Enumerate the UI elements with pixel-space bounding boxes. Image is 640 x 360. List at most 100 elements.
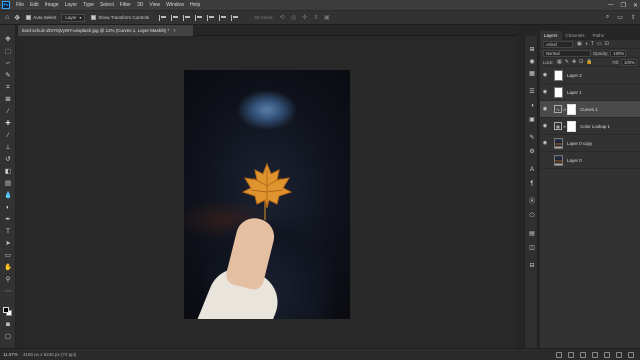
- tab-channels[interactable]: Channels: [562, 31, 589, 40]
- opacity-field[interactable]: 100%: [610, 49, 627, 57]
- filter-shape-icon[interactable]: ▭: [597, 41, 602, 47]
- zoom-tool-icon[interactable]: ⚲: [4, 276, 12, 284]
- lock-all-icon[interactable]: 🔒: [586, 59, 592, 65]
- type-tool-icon[interactable]: T: [4, 228, 12, 236]
- filter-smart-object-icon[interactable]: ⊡: [605, 41, 609, 47]
- crop-tool-icon[interactable]: ⌗: [4, 84, 12, 92]
- 3d-scale-icon[interactable]: ▣: [324, 14, 330, 21]
- new-group-icon[interactable]: [604, 352, 610, 358]
- path-select-tool-icon[interactable]: ➤: [4, 240, 12, 248]
- libraries-panel-icon[interactable]: ▣: [528, 116, 536, 124]
- adjustments-panel-icon[interactable]: ◑: [528, 102, 536, 110]
- menu-file[interactable]: File: [13, 2, 27, 8]
- frame-tool-icon[interactable]: ⊠: [4, 96, 12, 104]
- history-brush-tool-icon[interactable]: ↺: [4, 156, 12, 164]
- align-center-icon[interactable]: [171, 14, 179, 21]
- share-icon[interactable]: ⇪: [631, 14, 636, 21]
- tab-paths[interactable]: Paths: [589, 31, 609, 40]
- 3d-slide-icon[interactable]: ⇕: [313, 14, 318, 21]
- tab-layers[interactable]: Layers: [540, 31, 562, 40]
- hand-tool-icon[interactable]: ✋: [4, 264, 12, 272]
- healing-brush-tool-icon[interactable]: ✚: [4, 120, 12, 128]
- zoom-level[interactable]: 11.97%: [3, 352, 23, 357]
- workspace-icon[interactable]: ▭: [617, 14, 623, 21]
- lock-transparent-icon[interactable]: ▦: [557, 59, 562, 65]
- 3d-pan-icon[interactable]: ✣: [302, 14, 307, 21]
- document-canvas-image[interactable]: [184, 70, 350, 319]
- filter-type-icon[interactable]: T: [591, 41, 594, 47]
- pen-tool-icon[interactable]: ✒: [4, 216, 12, 224]
- eye-icon[interactable]: ◉: [540, 140, 550, 146]
- document-tab[interactable]: tiard-schulz-ZbrY8jVyWY-unsplash.jpg @ 1…: [18, 25, 193, 36]
- blend-mode-dropdown[interactable]: Normal: [543, 49, 591, 57]
- layer-row[interactable]: ◉ Layer 1: [540, 84, 640, 101]
- document-info[interactable]: 4160 px x 6240 px (72 ppi): [23, 352, 76, 357]
- timeline-panel-icon[interactable]: ▤: [528, 230, 536, 238]
- screen-mode-icon[interactable]: ▢: [4, 333, 12, 341]
- paths-panel-icon[interactable]: ⬠: [528, 212, 536, 220]
- swatches-panel-icon[interactable]: ▦: [528, 70, 536, 78]
- link-layers-icon[interactable]: [556, 352, 562, 358]
- close-icon[interactable]: ×: [173, 28, 176, 33]
- quick-mask-icon[interactable]: ◙: [4, 321, 12, 329]
- layer-row[interactable]: ◉ Layer 2: [540, 67, 640, 84]
- brush-tool-icon[interactable]: ∕: [4, 132, 12, 140]
- auto-select-checkbox[interactable]: [26, 15, 32, 20]
- history-panel-icon[interactable]: ⊞: [528, 46, 536, 54]
- 3d-roll-icon[interactable]: ◎: [291, 14, 296, 21]
- new-layer-icon[interactable]: [616, 352, 622, 358]
- rectangle-tool-icon[interactable]: ▭: [4, 252, 12, 260]
- clone-stamp-tool-icon[interactable]: ⊥: [4, 144, 12, 152]
- menu-image[interactable]: Image: [42, 2, 62, 8]
- lock-position-icon[interactable]: ✥: [572, 59, 576, 65]
- brushes-panel-icon[interactable]: ✎: [528, 134, 536, 142]
- eye-icon[interactable]: ◉: [540, 123, 550, 129]
- link-icon[interactable]: ∞: [563, 107, 566, 112]
- delete-layer-icon[interactable]: [628, 352, 634, 358]
- layer-row[interactable]: ◉ ∿ ∞ Curves 1: [540, 101, 640, 118]
- auto-select-target-dropdown[interactable]: Layer ▾: [61, 13, 86, 22]
- menu-edit[interactable]: Edit: [27, 2, 42, 8]
- search-icon[interactable]: ⌕: [606, 14, 609, 21]
- layer-row[interactable]: ◉ ▦ ∞ Color Lookup 1: [540, 118, 640, 135]
- eyedropper-tool-icon[interactable]: ⁄: [4, 108, 12, 116]
- move-tool-icon[interactable]: ✥: [14, 14, 20, 22]
- layer-kind-filter[interactable]: ⌕ Kind: [543, 40, 573, 48]
- color-panel-icon[interactable]: ◉: [528, 58, 536, 66]
- new-adjustment-icon[interactable]: [592, 352, 598, 358]
- brush-settings-icon[interactable]: ⚙: [528, 148, 536, 156]
- layer-mask-thumbnail[interactable]: [567, 103, 577, 115]
- blur-tool-icon[interactable]: 💧: [4, 192, 12, 200]
- fill-field[interactable]: 100%: [621, 58, 637, 66]
- lock-artboard-icon[interactable]: ⊡: [579, 59, 583, 65]
- link-icon[interactable]: ∞: [563, 124, 566, 129]
- home-icon[interactable]: ⌂: [5, 14, 9, 21]
- channels-panel-icon[interactable]: ⊟: [528, 262, 536, 270]
- layer-row[interactable]: ◉ Layer 0: [540, 152, 640, 169]
- maximize-button[interactable]: ❐: [621, 2, 626, 9]
- show-transform-checkbox[interactable]: [91, 15, 97, 20]
- eye-icon[interactable]: ◉: [540, 72, 550, 78]
- lock-pixels-icon[interactable]: ✎: [565, 59, 569, 65]
- layer-comps-icon[interactable]: ◫: [528, 244, 536, 252]
- move-tool-icon[interactable]: ✥: [4, 36, 12, 44]
- 3d-orbit-icon[interactable]: ⟲: [280, 14, 285, 21]
- align-bottom-icon[interactable]: [219, 14, 227, 21]
- align-middle-icon[interactable]: [207, 14, 215, 21]
- eye-hidden-icon[interactable]: ◉: [540, 157, 550, 163]
- glyphs-panel-icon[interactable]: Ⓐ: [528, 198, 536, 206]
- properties-panel-icon[interactable]: ☰: [528, 88, 536, 96]
- paragraph-panel-icon[interactable]: ¶: [528, 180, 536, 188]
- menu-filter[interactable]: Filter: [117, 2, 134, 8]
- menu-help[interactable]: Help: [187, 2, 203, 8]
- minimize-button[interactable]: —: [608, 2, 614, 8]
- layer-row[interactable]: ◉ Layer 0 copy: [540, 135, 640, 152]
- layer-mask-thumbnail[interactable]: [567, 120, 577, 132]
- align-left-icon[interactable]: [159, 14, 167, 21]
- add-mask-icon[interactable]: [580, 352, 586, 358]
- eraser-tool-icon[interactable]: ◧: [4, 168, 12, 176]
- menu-view[interactable]: View: [146, 2, 163, 8]
- eye-icon[interactable]: ◉: [540, 89, 550, 95]
- eye-icon[interactable]: ◉: [540, 106, 550, 112]
- menu-layer[interactable]: Layer: [62, 2, 81, 8]
